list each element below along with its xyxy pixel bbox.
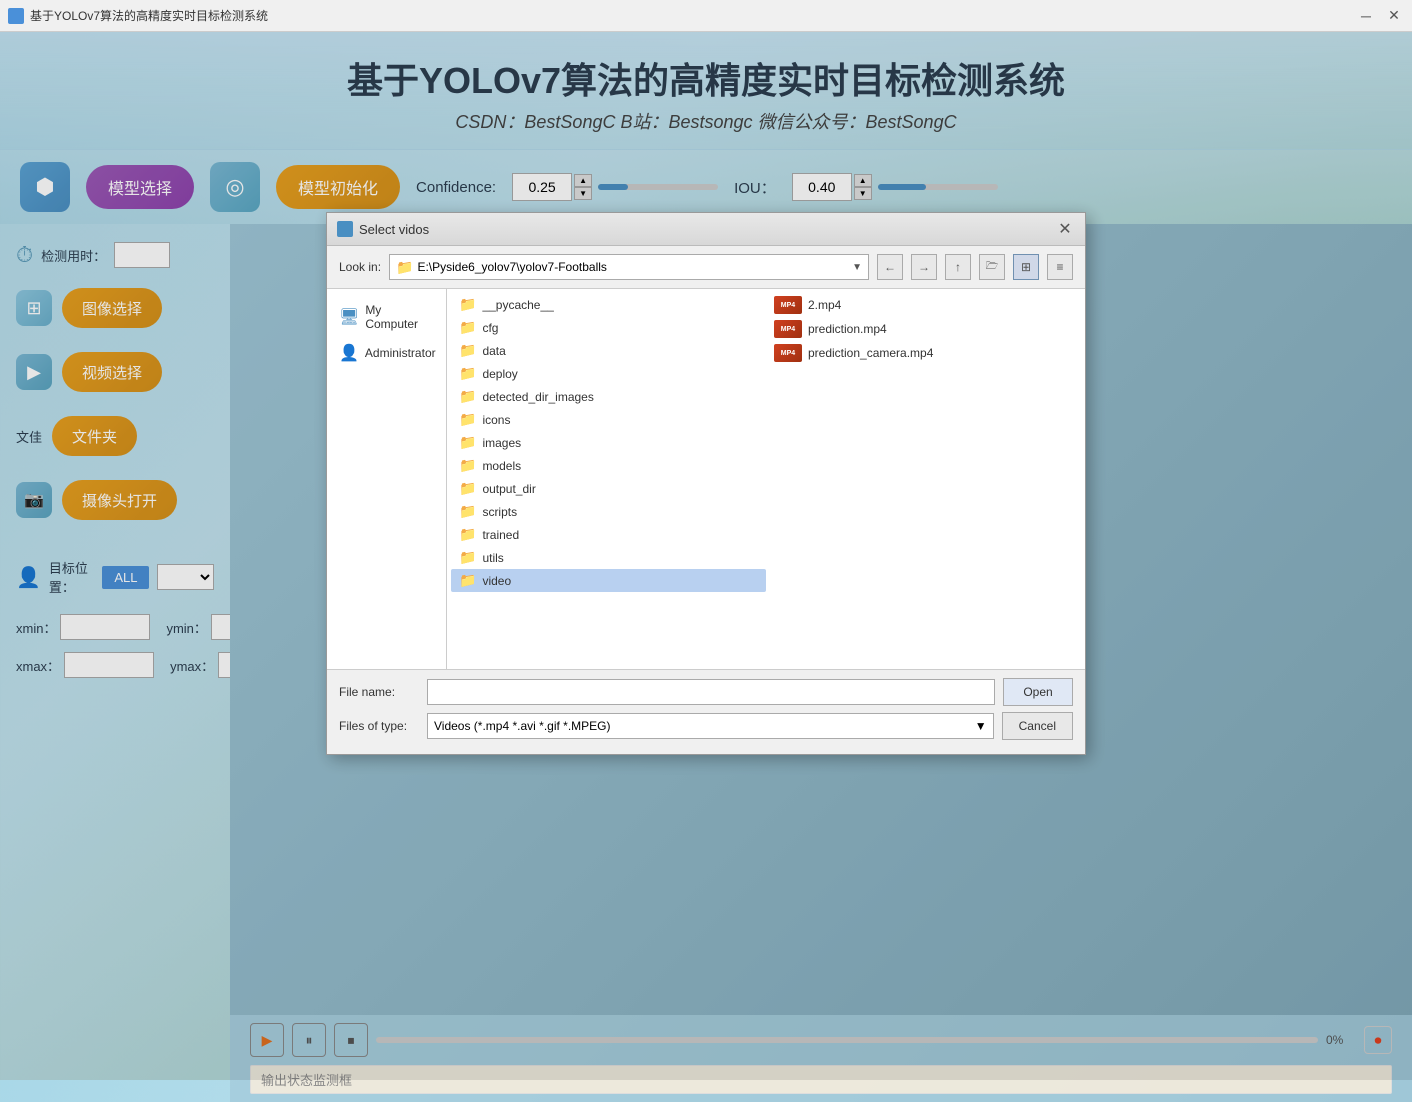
dialog-toolbar: Look in: 📁 E:\Pyside6_yolov7\yolov7-Foot…: [327, 246, 1085, 289]
dialog-file-panel[interactable]: 📁 __pycache__ 📁 cfg 📁 data 📁: [447, 289, 1085, 669]
dialog-close-button[interactable]: ✕: [1055, 219, 1075, 239]
folder-item-utils[interactable]: 📁 utils: [451, 546, 766, 569]
file-name-input[interactable]: [427, 679, 995, 705]
folder-item-images[interactable]: 📁 images: [451, 431, 766, 454]
folder-icon: 📁: [459, 572, 476, 589]
video-thumb-2: MP4: [774, 320, 802, 338]
folder-name: output_dir: [482, 482, 535, 496]
folder-icon: 📁: [459, 480, 476, 497]
folder-icon: 📁: [459, 549, 476, 566]
dialog-nav-panel: 🖥 My Computer 👤 Administrator: [327, 289, 447, 669]
folder-item-output[interactable]: 📁 output_dir: [451, 477, 766, 500]
files-of-type-arrow: ▼: [975, 719, 987, 733]
folder-item-deploy[interactable]: 📁 deploy: [451, 362, 766, 385]
files-of-type-control: Videos (*.mp4 *.avi *.gif *.MPEG) ▼: [427, 713, 994, 739]
folder-item-detected[interactable]: 📁 detected_dir_images: [451, 385, 766, 408]
dialog-title-text: Select vidos: [359, 222, 429, 237]
folder-name: images: [482, 436, 521, 450]
new-folder-button[interactable]: 🗁: [979, 254, 1005, 280]
user-icon: 👤: [339, 343, 359, 363]
look-in-folder-icon: 📁: [396, 259, 413, 276]
folder-name: data: [482, 344, 505, 358]
folder-icon: 📁: [459, 319, 476, 336]
nav-up-button[interactable]: ↑: [945, 254, 971, 280]
look-in-path: 📁 E:\Pyside6_yolov7\yolov7-Footballs ▼: [389, 254, 869, 280]
folder-name: video: [482, 574, 511, 588]
folder-icon: 📁: [459, 526, 476, 543]
folder-icon: 📁: [459, 342, 476, 359]
look-in-path-text: E:\Pyside6_yolov7\yolov7-Footballs: [417, 260, 606, 274]
folder-icon: 📁: [459, 503, 476, 520]
computer-icon: 🖥: [339, 307, 359, 327]
dialog-title-bar: Select vidos ✕: [327, 213, 1085, 246]
title-bar-text: 基于YOLOv7算法的高精度实时目标检测系统: [30, 7, 268, 24]
folder-item-video[interactable]: 📁 video: [451, 569, 766, 592]
folder-item-pycache[interactable]: 📁 __pycache__: [451, 293, 766, 316]
dialog-overlay: Select vidos ✕ Look in: 📁 E:\Pyside6_yol…: [0, 32, 1412, 1080]
look-in-label: Look in:: [339, 260, 381, 274]
file-name: prediction.mp4: [808, 322, 887, 336]
dialog-body: 🖥 My Computer 👤 Administrator 📁 __pycach…: [327, 289, 1085, 669]
files-columns: 📁 __pycache__ 📁 cfg 📁 data 📁: [451, 293, 1081, 592]
folder-icon: 📁: [459, 388, 476, 405]
folder-name: icons: [482, 413, 510, 427]
folder-name: detected_dir_images: [482, 390, 593, 404]
title-bar: 基于YOLOv7算法的高精度实时目标检测系统 ─ ✕: [0, 0, 1412, 32]
title-bar-controls: ─ ✕: [1356, 6, 1404, 26]
folder-name: utils: [482, 551, 503, 565]
folder-item-data[interactable]: 📁 data: [451, 339, 766, 362]
cancel-button[interactable]: Cancel: [1002, 712, 1073, 740]
file-name: prediction_camera.mp4: [808, 346, 933, 360]
video-thumb-1: MP4: [774, 296, 802, 314]
folder-icon: 📁: [459, 296, 476, 313]
nav-forward-button[interactable]: →: [911, 254, 937, 280]
video-thumb-3: MP4: [774, 344, 802, 362]
folder-name: cfg: [482, 321, 498, 335]
folder-icon: 📁: [459, 411, 476, 428]
folder-icon: 📁: [459, 365, 476, 382]
view-grid-button[interactable]: ⊞: [1013, 254, 1039, 280]
view-list-button[interactable]: ≡: [1047, 254, 1073, 280]
files-of-type-text: Videos (*.mp4 *.avi *.gif *.MPEG): [434, 719, 611, 733]
nav-administrator-label: Administrator: [365, 346, 436, 360]
open-button[interactable]: Open: [1003, 678, 1073, 706]
files-of-type-label: Files of type:: [339, 719, 419, 733]
dialog-title-content: Select vidos: [337, 221, 429, 237]
file-name-row: File name: Open: [339, 678, 1073, 706]
dropdown-arrow: ▼: [852, 262, 862, 273]
folder-item-scripts[interactable]: 📁 scripts: [451, 500, 766, 523]
minimize-button[interactable]: ─: [1356, 6, 1376, 26]
file-item-prediction-camera[interactable]: MP4 prediction_camera.mp4: [766, 341, 1081, 365]
folder-name: trained: [482, 528, 519, 542]
nav-administrator[interactable]: 👤 Administrator: [331, 337, 442, 369]
folder-name: deploy: [482, 367, 517, 381]
folder-item-trained[interactable]: 📁 trained: [451, 523, 766, 546]
folder-name: models: [482, 459, 521, 473]
close-button[interactable]: ✕: [1384, 6, 1404, 26]
folder-item-icons[interactable]: 📁 icons: [451, 408, 766, 431]
nav-my-computer-label: My Computer: [365, 303, 434, 331]
files-col: MP4 2.mp4 MP4 prediction.mp4 MP4 predict…: [766, 293, 1081, 592]
folder-item-models[interactable]: 📁 models: [451, 454, 766, 477]
file-item-prediction[interactable]: MP4 prediction.mp4: [766, 317, 1081, 341]
file-dialog: Select vidos ✕ Look in: 📁 E:\Pyside6_yol…: [326, 212, 1086, 755]
file-item-2mp4[interactable]: MP4 2.mp4: [766, 293, 1081, 317]
files-of-type-display[interactable]: Videos (*.mp4 *.avi *.gif *.MPEG) ▼: [427, 713, 994, 739]
folder-name: __pycache__: [482, 298, 553, 312]
nav-my-computer[interactable]: 🖥 My Computer: [331, 297, 442, 337]
folders-col: 📁 __pycache__ 📁 cfg 📁 data 📁: [451, 293, 766, 592]
folder-name: scripts: [482, 505, 517, 519]
folder-item-cfg[interactable]: 📁 cfg: [451, 316, 766, 339]
files-of-type-row: Files of type: Videos (*.mp4 *.avi *.gif…: [339, 712, 1073, 740]
dialog-bottom: File name: Open Files of type: Videos (*…: [327, 669, 1085, 754]
file-name: 2.mp4: [808, 298, 841, 312]
folder-icon: 📁: [459, 457, 476, 474]
nav-back-button[interactable]: ←: [877, 254, 903, 280]
file-name-label: File name:: [339, 685, 419, 699]
app-icon: [8, 8, 24, 24]
dialog-icon: [337, 221, 353, 237]
folder-icon: 📁: [459, 434, 476, 451]
